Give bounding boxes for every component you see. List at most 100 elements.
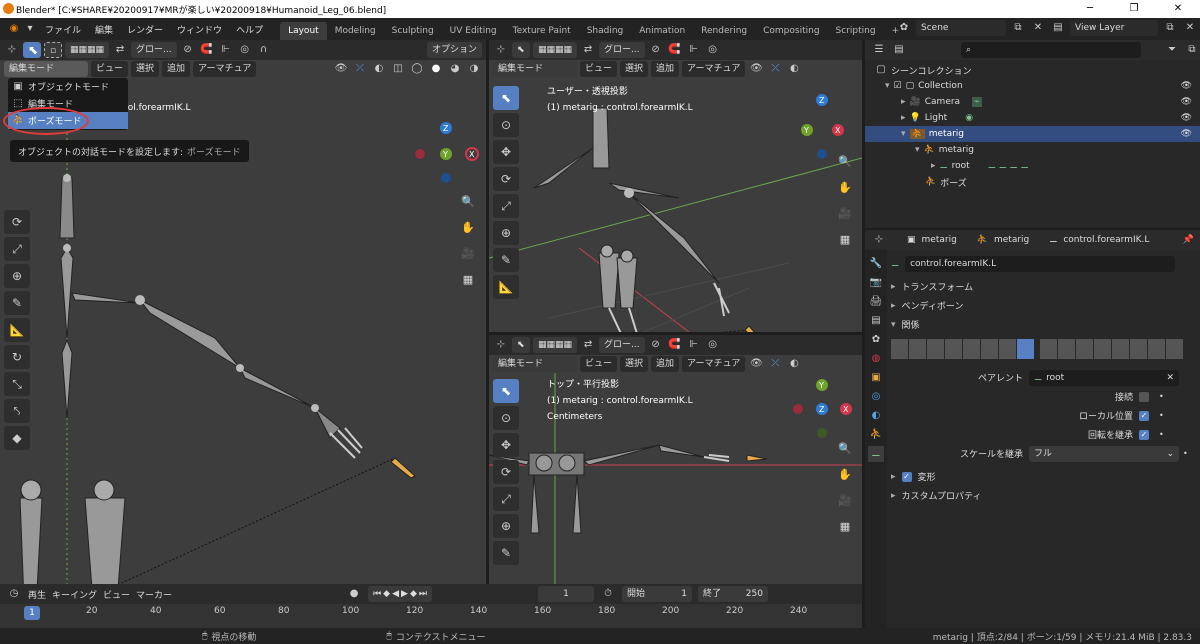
transform-tool-icon[interactable]: ⟳ — [4, 210, 30, 234]
expand-arrow-icon[interactable]: ▾ — [901, 129, 906, 139]
armature-data-tab-icon[interactable]: ⛹ — [868, 427, 884, 443]
menu-help[interactable]: ヘルプ — [229, 23, 270, 36]
menu-view[interactable]: ビュー — [580, 61, 618, 77]
keyframe-dot-icon[interactable]: • — [1183, 449, 1188, 458]
select-tool-icon[interactable]: ⬉ — [493, 379, 519, 403]
camera-view-icon[interactable]: 🎥 — [458, 244, 478, 264]
visibility-icon[interactable]: 👁 — [333, 61, 349, 77]
constraints-tab-icon[interactable]: ◐ — [868, 408, 884, 424]
bone-size-tool-icon[interactable]: ⤡ — [4, 372, 30, 396]
section-bendy-bones[interactable]: ▸ ベンディボーン — [891, 296, 1196, 315]
editor-type-icon[interactable]: ⊹ — [4, 42, 20, 58]
physics-tab-icon[interactable]: ◎ — [868, 389, 884, 405]
select-box-icon[interactable]: ⬉ — [512, 42, 530, 58]
menu-add[interactable]: 追加 — [651, 61, 680, 77]
layer-button[interactable] — [1040, 339, 1057, 359]
outliner-root-bone[interactable]: ▸ ⚊ root ⚊ ⚊ ⚊ ⚊ — [865, 158, 1200, 174]
new-layer-icon[interactable]: ⧉ — [1162, 20, 1178, 36]
layer-button[interactable] — [927, 339, 944, 359]
light-data-icon[interactable]: ◉ — [965, 113, 973, 123]
object-tab-icon[interactable]: ▣ — [868, 370, 884, 386]
shading-render-icon[interactable]: ◑ — [466, 61, 482, 77]
snap-icon[interactable]: 🧲 — [667, 337, 683, 353]
tab-shading[interactable]: Shading — [579, 22, 632, 40]
proportional-edit-icon[interactable]: ◎ — [237, 42, 253, 58]
view-layer-selector[interactable]: View Layer — [1070, 20, 1158, 36]
measure-tool-icon[interactable]: 📐 — [4, 318, 30, 342]
outliner-pose[interactable]: ⛹ ポーズ — [865, 174, 1200, 190]
end-frame-field[interactable]: 終了 250 — [697, 586, 768, 602]
next-key-icon[interactable]: ◆ — [410, 586, 417, 602]
pivot-icon[interactable]: ⊘ — [180, 42, 196, 58]
outliner-metarig-data[interactable]: ▾ ⛹ metarig — [865, 142, 1200, 158]
annotate-tool-icon[interactable]: ✎ — [493, 541, 519, 565]
layer-button[interactable] — [999, 339, 1016, 359]
maximize-button[interactable]: ❐ — [1112, 0, 1156, 18]
rotate-tool-icon[interactable]: ⟳ — [493, 167, 519, 191]
layer-button[interactable] — [909, 339, 926, 359]
snap-increment-icon[interactable]: ⊩ — [686, 337, 702, 353]
camera-view-icon[interactable]: 🎥 — [835, 491, 855, 511]
bone-children-icons[interactable]: ⚊ ⚊ ⚊ ⚊ — [988, 161, 1029, 171]
tab-animation[interactable]: Animation — [631, 22, 693, 40]
eye-icon[interactable]: 👁 — [1181, 113, 1192, 123]
bone-name-field[interactable]: control.forearmIK.L — [905, 255, 1176, 272]
layer-button[interactable] — [963, 339, 980, 359]
zoom-icon[interactable]: 🔍 — [458, 192, 478, 212]
zoom-icon[interactable]: 🔍 — [835, 439, 855, 459]
select-mode-group[interactable]: ▦▦▦▦ — [533, 42, 578, 58]
rotate-tool-icon[interactable]: ⟳ — [493, 460, 519, 484]
expand-arrow-icon[interactable]: ▸ — [901, 97, 906, 107]
snap-increment-icon[interactable]: ⊩ — [218, 42, 234, 58]
menu-keying[interactable]: キーイング — [52, 588, 97, 601]
gizmo-icon[interactable]: ⤫ — [767, 356, 783, 372]
cursor-tool-icon[interactable]: ⊙ — [493, 406, 519, 430]
local-location-checkbox[interactable]: ✓ — [1139, 410, 1149, 421]
inherit-rotation-checkbox[interactable]: ✓ — [1139, 429, 1149, 440]
outliner-light[interactable]: ▸ 💡 Light ◉ 👁 — [865, 110, 1200, 126]
world-tab-icon[interactable]: ◍ — [868, 351, 884, 367]
render-tab-icon[interactable]: 📷 — [868, 275, 884, 291]
proportional-edit-icon[interactable]: ◎ — [705, 337, 721, 353]
cursor-tool-icon[interactable]: ⊙ — [493, 113, 519, 137]
mode-dropdown[interactable]: 編集モード — [493, 61, 577, 77]
xray-icon[interactable]: ◫ — [390, 61, 406, 77]
tab-modeling[interactable]: Modeling — [327, 22, 384, 40]
select-mode-group[interactable]: ▦▦▦▦ — [65, 42, 110, 58]
pan-hand-icon[interactable]: ✋ — [458, 218, 478, 238]
delete-layer-icon[interactable]: ✕ — [1182, 20, 1198, 36]
menu-window[interactable]: ウィンドウ — [170, 23, 229, 36]
falloff-icon[interactable]: ∩ — [256, 42, 272, 58]
menu-armature[interactable]: アーマチュア — [682, 61, 746, 77]
section-custom-properties[interactable]: ▸ カスタムプロパティ — [891, 486, 1196, 505]
section-deform[interactable]: ▸ ✓ 変形 — [891, 467, 1196, 486]
tab-layout[interactable]: Layout — [280, 22, 327, 40]
eye-icon[interactable]: 👁 — [1181, 129, 1192, 139]
camera-data-icon[interactable]: ⌁ — [972, 97, 982, 107]
menu-select[interactable]: 選択 — [131, 61, 160, 77]
annotate-tool-icon[interactable]: ✎ — [4, 291, 30, 315]
mode-dropdown[interactable]: 編集モード — [4, 61, 88, 77]
keyframe-dot-icon[interactable]: • — [1159, 411, 1164, 420]
record-icon[interactable]: ● — [346, 586, 362, 602]
editor-type-icon[interactable]: ⊹ — [493, 337, 509, 353]
tool-tab-icon[interactable]: 🔧 — [868, 256, 884, 272]
expand-arrow-icon[interactable]: ▾ — [885, 81, 890, 91]
scale-tool-icon[interactable]: ⤢ — [4, 237, 30, 261]
outliner-camera[interactable]: ▸ 🎥 Camera ⌁ 👁 — [865, 94, 1200, 110]
editor-type-icon[interactable]: ⊹ — [871, 232, 887, 248]
annotate-tool-icon[interactable]: ✎ — [493, 248, 519, 272]
menu-armature[interactable]: アーマチュア — [682, 356, 746, 372]
global-orientation-dropdown[interactable]: グロー... — [599, 337, 645, 353]
snap-icon[interactable]: 🧲 — [199, 42, 215, 58]
gizmo-icon[interactable]: ⤫ — [767, 61, 783, 77]
menu-select[interactable]: 選択 — [620, 61, 649, 77]
overlay-icon[interactable]: ◐ — [786, 61, 802, 77]
eye-icon[interactable]: 👁 — [1181, 81, 1192, 91]
outliner-search-input[interactable]: ⌕ — [961, 42, 1141, 58]
tab-texture-paint[interactable]: Texture Paint — [505, 22, 579, 40]
layer-button-active[interactable] — [1017, 339, 1034, 359]
proportional-edit-icon[interactable]: ◎ — [705, 42, 721, 58]
connect-checkbox[interactable] — [1139, 391, 1149, 402]
scale-tool-icon[interactable]: ⤢ — [493, 194, 519, 218]
